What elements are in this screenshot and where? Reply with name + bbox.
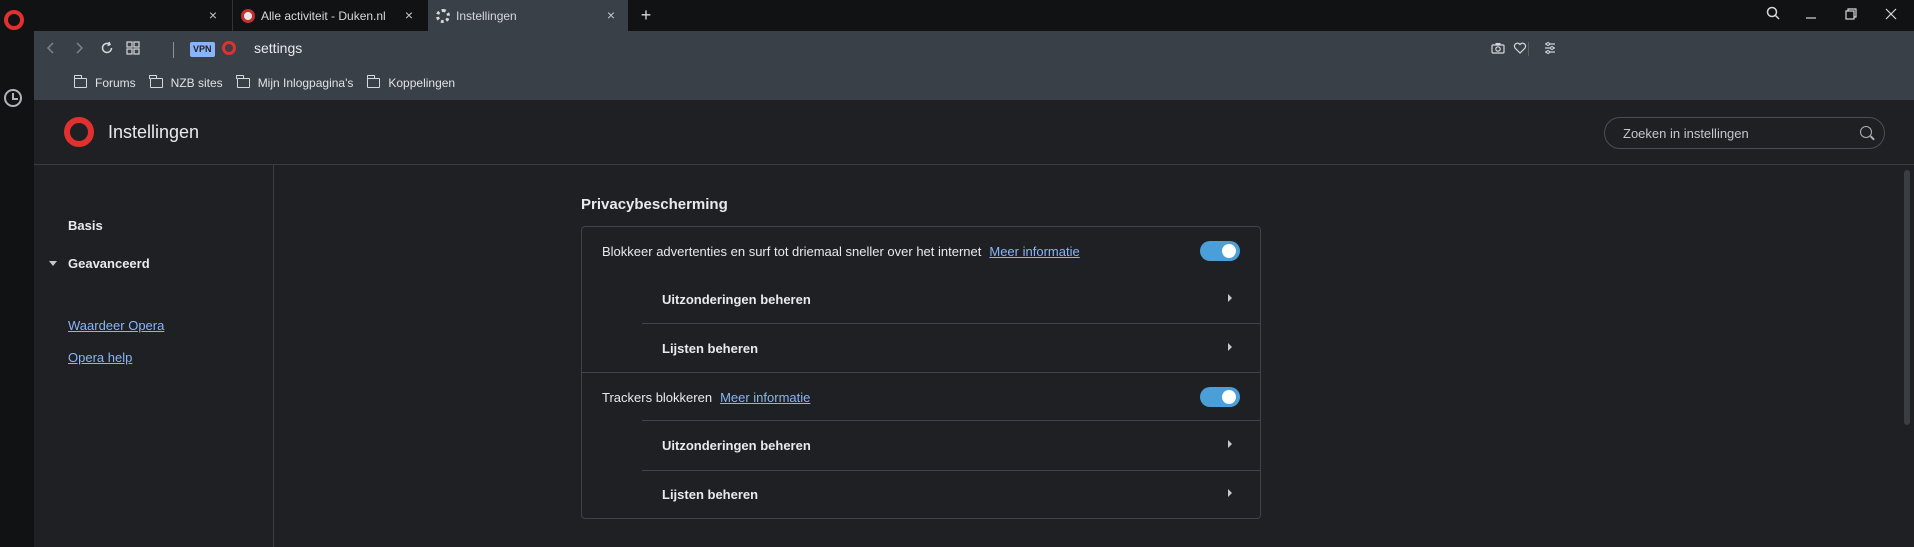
- browser-window: × Alle activiteit - Duken.nl × Instellin…: [0, 0, 1914, 547]
- back-button[interactable]: [42, 41, 60, 59]
- block-trackers-more-info-link[interactable]: Meer informatie: [720, 390, 810, 405]
- speed-dial-icon[interactable]: [124, 41, 142, 59]
- nav-geavanceerd[interactable]: Geavanceerd: [68, 256, 150, 271]
- settings-header: Instellingen: [34, 100, 1914, 165]
- bookmark-mijn-inlogpaginas[interactable]: Mijn Inlogpagina's: [236, 74, 354, 92]
- nav-basis[interactable]: Basis: [68, 218, 103, 233]
- block-ads-label: Blokkeer advertenties en surf tot driema…: [602, 243, 982, 259]
- opera-menu-icon[interactable]: [4, 10, 24, 30]
- tab-duken[interactable]: Alle activiteit - Duken.nl ×: [232, 0, 426, 31]
- search-input[interactable]: [1605, 118, 1835, 148]
- snapshot-icon[interactable]: [1490, 41, 1506, 57]
- close-window-icon[interactable]: [1882, 6, 1900, 24]
- trackers-manage-lists-label: Lijsten beheren: [662, 487, 759, 502]
- new-tab-button[interactable]: +: [636, 5, 656, 25]
- toggle-knob: [1222, 390, 1236, 404]
- easy-setup-icon[interactable]: [1542, 41, 1558, 57]
- bookmark-label: Forums: [95, 76, 136, 90]
- search-tabs-icon[interactable]: [1764, 6, 1782, 24]
- address-right-divider: [1528, 42, 1529, 56]
- url-text[interactable]: settings: [254, 40, 302, 56]
- rate-opera-link[interactable]: Waardeer Opera: [68, 318, 164, 333]
- block-trackers-toggle[interactable]: [1200, 387, 1240, 407]
- block-ads-row: Blokkeer advertenties en surf tot driema…: [582, 227, 1260, 275]
- bookmark-label: Koppelingen: [388, 76, 456, 90]
- trackers-manage-exceptions-label: Uitzonderingen beheren: [662, 438, 811, 453]
- gear-icon: [436, 8, 450, 23]
- folder-icon: [73, 75, 87, 88]
- opera-logo: [64, 117, 94, 147]
- ads-manage-lists-label: Lijsten beheren: [662, 341, 759, 356]
- minimize-icon[interactable]: [1802, 6, 1820, 24]
- tab-1[interactable]: ×: [36, 0, 230, 31]
- section-title: Privacybescherming: [581, 196, 728, 213]
- bookmark-label: Mijn Inlogpagina's: [257, 76, 354, 90]
- settings-search[interactable]: [1604, 117, 1885, 149]
- opera-page-icon: [222, 41, 236, 55]
- page-scrollbar[interactable]: [1904, 170, 1910, 425]
- toggle-knob: [1222, 244, 1236, 258]
- forward-button[interactable]: [70, 41, 88, 59]
- tab-duken-title: Alle activiteit - Duken.nl: [261, 8, 386, 23]
- history-icon[interactable]: [4, 89, 22, 107]
- ads-manage-exceptions-label: Uitzonderingen beheren: [662, 292, 811, 307]
- tab-duken-close-icon[interactable]: ×: [402, 8, 416, 22]
- bookmark-forums[interactable]: Forums: [73, 74, 136, 92]
- block-trackers-row: Trackers blokkeren Meer informatie: [582, 373, 1260, 421]
- folder-icon: [366, 75, 381, 88]
- trackers-manage-lists-row[interactable]: Lijsten beheren: [642, 470, 1260, 519]
- block-trackers-label: Trackers blokkeren: [602, 389, 713, 405]
- reload-button[interactable]: [98, 41, 116, 59]
- chevron-right-icon: [1228, 294, 1232, 302]
- tab-instellingen-title: Instellingen: [456, 8, 517, 23]
- bookmark-koppelingen[interactable]: Koppelingen: [366, 74, 456, 92]
- tab-instellingen-close-icon[interactable]: ×: [604, 8, 618, 22]
- search-icon[interactable]: [1860, 126, 1872, 138]
- chevron-right-icon: [1228, 489, 1232, 497]
- opera-sidebar: [0, 0, 34, 547]
- vpn-badge[interactable]: VPN: [190, 42, 215, 57]
- heart-icon[interactable]: [1512, 41, 1528, 57]
- bookmarks-bar: Forums NZB sites Mijn Inlogpagina's Kopp…: [73, 74, 469, 92]
- settings-sidebar: Basis Geavanceerd Waardeer Opera Opera h…: [34, 165, 274, 547]
- chevron-right-icon: [1228, 343, 1232, 351]
- address-divider: [173, 42, 174, 58]
- block-ads-more-info-link[interactable]: Meer informatie: [989, 244, 1079, 259]
- trackers-manage-exceptions-row[interactable]: Uitzonderingen beheren: [642, 421, 1260, 470]
- privacy-card: Blokkeer advertenties en surf tot driema…: [581, 226, 1261, 519]
- chevron-right-icon: [1228, 440, 1232, 448]
- folder-icon: [149, 75, 163, 88]
- tab-bar: × Alle activiteit - Duken.nl × Instellin…: [34, 0, 1914, 31]
- address-bar: VPN settings Forums NZB sites Mijn Inlog…: [34, 31, 1914, 100]
- tab-1-close-icon[interactable]: ×: [206, 8, 220, 22]
- bookmark-nzb-sites[interactable]: NZB sites: [149, 74, 223, 92]
- restore-icon[interactable]: [1842, 6, 1860, 24]
- block-ads-toggle[interactable]: [1200, 241, 1240, 261]
- duken-favicon-icon: [241, 8, 255, 23]
- opera-help-link[interactable]: Opera help: [68, 350, 132, 365]
- page-title: Instellingen: [108, 122, 200, 142]
- caret-down-icon[interactable]: [49, 261, 57, 266]
- tab-instellingen[interactable]: Instellingen ×: [428, 0, 628, 31]
- ads-manage-exceptions-row[interactable]: Uitzonderingen beheren: [642, 275, 1260, 324]
- folder-icon: [236, 75, 250, 88]
- ads-manage-lists-row[interactable]: Lijsten beheren: [642, 324, 1260, 373]
- bookmark-label: NZB sites: [170, 76, 223, 90]
